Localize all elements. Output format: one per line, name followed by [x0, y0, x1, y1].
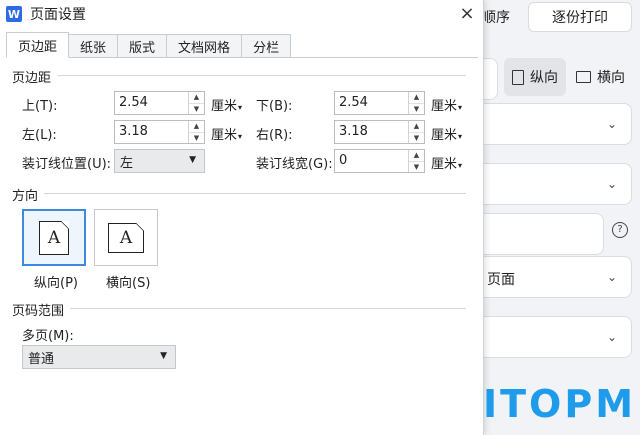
chevron-down-icon: ⌄	[606, 270, 617, 284]
spin-up-icon[interactable]: ▲	[409, 121, 424, 132]
portrait-label: 纵向(P)	[34, 276, 78, 291]
multiple-pages-value: 普通	[28, 351, 55, 367]
tab-document-grid[interactable]: 文档网格	[166, 34, 243, 58]
bg-portrait-toggle[interactable]: 纵向	[504, 58, 566, 96]
bg-dropdown-2[interactable]: ⌄	[472, 163, 632, 205]
bg-pages-label: 页面	[487, 272, 515, 288]
top-margin-spinner[interactable]: 2.54 ▲ ▼	[114, 91, 205, 115]
spin-up-icon[interactable]: ▲	[409, 150, 424, 161]
gutter-position-value: 左	[120, 155, 134, 171]
spin-down-icon[interactable]: ▼	[189, 131, 204, 144]
bottom-margin-label: 下(B):	[256, 99, 293, 114]
left-margin-label: 左(L):	[22, 128, 57, 143]
landscape-label: 横向(S)	[106, 276, 151, 291]
order-label: 顺序	[482, 10, 510, 26]
bg-landscape-toggle[interactable]: 横向	[568, 58, 633, 96]
portrait-option[interactable]: A	[22, 209, 86, 266]
spin-down-icon[interactable]: ▼	[189, 102, 204, 115]
page-setup-dialog: W 页面设置 × 页边距 纸张 版式 文档网格 分栏 页边距 上(T): 2.5…	[0, 0, 484, 435]
spin-up-icon[interactable]: ▲	[409, 92, 424, 103]
unit-label: 厘米	[431, 157, 458, 172]
gutter-width-spinner[interactable]: 0 ▲ ▼	[334, 149, 425, 173]
right-margin-label: 右(R):	[256, 128, 293, 143]
pages-section-title: 页码范围	[12, 304, 65, 319]
multiple-pages-label: 多页(M):	[22, 329, 74, 344]
unit-label: 厘米	[211, 99, 238, 114]
tab-bar: 页边距 纸张 版式 文档网格 分栏	[6, 32, 292, 58]
dialog-titlebar: W 页面设置	[0, 0, 483, 28]
caret-down-icon: ▾	[458, 132, 463, 141]
bg-input-field[interactable]	[472, 213, 604, 255]
chevron-down-icon: ⌄	[606, 177, 617, 191]
caret-down-icon: ▼	[189, 155, 196, 165]
orientation-section-title: 方向	[12, 189, 39, 204]
spin-down-icon[interactable]: ▼	[409, 102, 424, 115]
bg-pages-dropdown[interactable]: 页面 ⌄	[472, 256, 632, 298]
collate-button[interactable]: 逐份打印	[528, 2, 632, 32]
bg-landscape-label: 横向	[597, 70, 625, 86]
collate-label: 逐份打印	[552, 10, 608, 26]
page-landscape-icon	[576, 71, 591, 83]
margins-section-title: 页边距	[12, 71, 52, 86]
top-margin-label: 上(T):	[22, 99, 58, 114]
close-icon[interactable]: ×	[452, 0, 482, 26]
gutter-position-label: 装订线位置(U):	[22, 157, 112, 172]
gutter-width-label: 装订线宽(G):	[256, 157, 333, 172]
portrait-page-icon: A	[39, 220, 69, 255]
dialog-title: 页面设置	[30, 7, 86, 23]
caret-down-icon: ▾	[238, 132, 243, 141]
bottom-margin-spinner[interactable]: 2.54 ▲ ▼	[334, 91, 425, 115]
unit-dropdown[interactable]: 厘米▾	[211, 124, 242, 143]
caret-down-icon: ▾	[458, 161, 463, 170]
bg-portrait-label: 纵向	[530, 70, 558, 86]
wps-writer-icon: W	[6, 6, 22, 22]
divider	[58, 75, 466, 76]
itopm-watermark: ITOPM	[483, 382, 637, 426]
unit-label: 厘米	[211, 128, 238, 143]
tab-columns[interactable]: 分栏	[241, 34, 292, 58]
unit-label: 厘米	[431, 128, 458, 143]
chevron-down-icon: ⌄	[606, 117, 617, 131]
spin-up-icon[interactable]: ▲	[189, 92, 204, 103]
multiple-pages-select[interactable]: 普通 ▼	[22, 345, 176, 369]
left-margin-spinner[interactable]: 3.18 ▲ ▼	[114, 120, 205, 144]
unit-dropdown[interactable]: 厘米▾	[431, 153, 462, 172]
bottom-margin-value[interactable]: 2.54	[335, 92, 408, 114]
spin-down-icon[interactable]: ▼	[409, 131, 424, 144]
unit-dropdown[interactable]: 厘米▾	[211, 95, 242, 114]
page-portrait-icon	[512, 69, 524, 85]
right-margin-spinner[interactable]: 3.18 ▲ ▼	[334, 120, 425, 144]
gutter-width-value[interactable]: 0	[335, 150, 408, 172]
right-margin-value[interactable]: 3.18	[335, 121, 408, 143]
unit-dropdown[interactable]: 厘米▾	[431, 124, 462, 143]
bg-dropdown-1[interactable]: ⌄	[472, 103, 632, 145]
gutter-position-select[interactable]: 左 ▼	[114, 149, 205, 173]
unit-label: 厘米	[431, 99, 458, 114]
spin-up-icon[interactable]: ▲	[189, 121, 204, 132]
tab-margins[interactable]: 页边距	[6, 32, 70, 58]
unit-dropdown[interactable]: 厘米▾	[431, 95, 462, 114]
tab-layout[interactable]: 版式	[117, 34, 168, 58]
divider	[44, 193, 466, 194]
spin-down-icon[interactable]: ▼	[409, 160, 424, 173]
top-margin-value[interactable]: 2.54	[115, 92, 188, 114]
caret-down-icon: ▼	[160, 351, 167, 361]
help-icon[interactable]: ?	[612, 222, 628, 238]
chevron-down-icon: ⌄	[606, 330, 617, 344]
left-margin-value[interactable]: 3.18	[115, 121, 188, 143]
divider	[70, 308, 466, 309]
tab-paper[interactable]: 纸张	[68, 34, 119, 58]
caret-down-icon: ▾	[458, 103, 463, 112]
landscape-page-icon: A	[108, 222, 144, 253]
bg-dropdown-4[interactable]: ⌄	[472, 316, 632, 358]
landscape-option[interactable]: A	[94, 209, 158, 266]
caret-down-icon: ▾	[238, 103, 243, 112]
